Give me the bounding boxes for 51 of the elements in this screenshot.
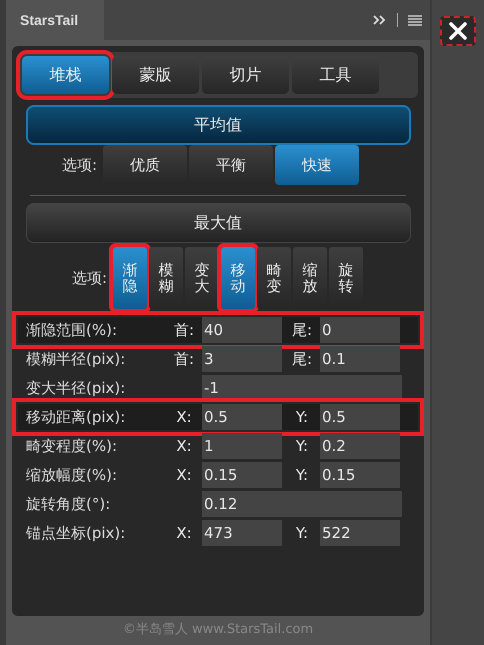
option-button[interactable]: 畸变 <box>257 247 292 309</box>
option-button[interactable]: 渐隐 <box>113 247 148 309</box>
field-label: Y: <box>294 437 310 455</box>
input-field[interactable]: 0.12 <box>202 491 402 517</box>
maximum-button[interactable]: 最大值 <box>26 203 410 243</box>
parameter-label: 变大半径(pix): <box>26 378 126 398</box>
option-button[interactable]: 变大 <box>185 247 220 309</box>
option-button[interactable]: 移动 <box>221 247 256 309</box>
parameter-label: 畸变程度(%): <box>26 436 118 456</box>
panel-title[interactable]: StarsTail <box>6 0 104 40</box>
field-label: Y: <box>294 466 310 484</box>
input-field[interactable]: 0.1 <box>320 346 400 372</box>
parameter-label: 移动距离(pix): <box>26 408 126 426</box>
field-label: 尾: <box>290 320 314 340</box>
parameter-label: 缩放幅度(%): <box>26 466 118 484</box>
parameter-label: 模糊半径(pix): <box>26 350 126 368</box>
parameter-label: 锚点坐标(pix): <box>26 524 126 542</box>
x-tool-button[interactable] <box>440 16 476 46</box>
expand-icon[interactable] <box>373 15 387 25</box>
options-label: 选项: <box>72 268 108 288</box>
field-label: 首: <box>172 350 196 368</box>
input-field[interactable]: 0 <box>320 317 400 343</box>
field-label: X: <box>175 437 193 455</box>
parameter-label: 渐隐范围(%): <box>26 320 118 340</box>
input-field[interactable]: -1 <box>202 375 402 401</box>
field-label: X: <box>175 466 193 484</box>
input-field[interactable]: 0.15 <box>320 462 400 488</box>
parameter-label: 旋转角度(°): <box>26 494 112 514</box>
input-field[interactable]: 1 <box>202 433 282 459</box>
menu-icon[interactable] <box>408 14 422 26</box>
field-label: X: <box>175 408 193 426</box>
input-field[interactable]: 522 <box>320 520 400 546</box>
input-field[interactable]: 3 <box>202 346 282 372</box>
field-label: X: <box>175 524 193 542</box>
input-field[interactable]: 0.15 <box>202 462 282 488</box>
field-label: 首: <box>172 320 196 340</box>
average-button[interactable]: 平均值 <box>26 105 410 145</box>
input-field[interactable]: 0.5 <box>320 404 400 430</box>
tab[interactable]: 蒙版 <box>112 56 199 94</box>
field-label: Y: <box>294 408 310 426</box>
options-label: 选项: <box>62 156 98 174</box>
field-label: Y: <box>294 524 310 542</box>
tab[interactable]: 堆栈 <box>22 56 109 94</box>
input-field[interactable]: 0.5 <box>202 404 282 430</box>
input-field[interactable]: 40 <box>202 317 282 343</box>
input-field[interactable]: 0.2 <box>320 433 400 459</box>
x-icon <box>447 21 469 41</box>
field-label: 尾: <box>290 350 314 368</box>
option-button[interactable]: 快速 <box>275 145 360 185</box>
input-field[interactable]: 473 <box>202 520 282 546</box>
option-button[interactable]: 模糊 <box>149 247 184 309</box>
